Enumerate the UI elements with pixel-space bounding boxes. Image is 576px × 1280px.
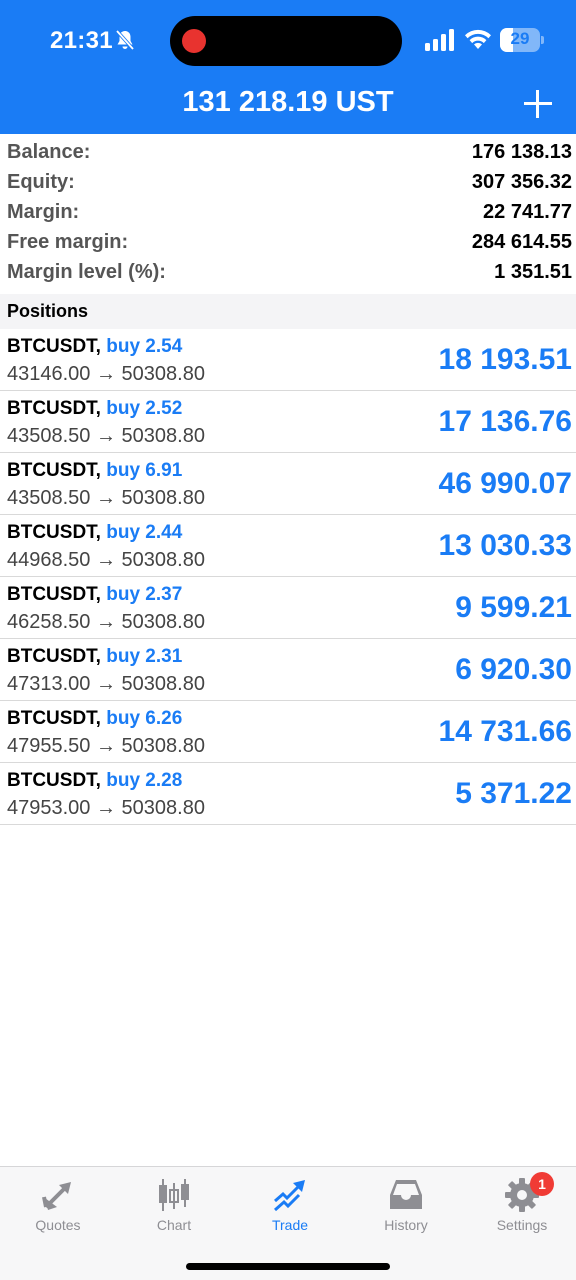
position-symbol: BTCUSDT, [7,460,101,481]
position-symbol: BTCUSDT, [7,646,101,667]
tab-label: History [384,1217,428,1233]
balance-label: Balance: [7,141,91,163]
position-prices: 47955.50 → 50308.80 [7,735,205,757]
tab-history[interactable]: History [348,1167,464,1247]
tab-trade[interactable]: Trade [232,1167,348,1247]
margin-label: Margin: [7,201,80,223]
add-order-button[interactable] [524,90,552,118]
position-type: buy 2.52 [106,398,183,419]
equity-value: 307 356.32 [471,171,572,193]
account-summary: Balance: 176 138.13 Equity: 307 356.32 M… [0,138,576,288]
tab-label: Settings [496,1217,548,1233]
positions-title: Positions [7,301,89,321]
candlestick-icon [159,1179,189,1211]
quotes-arrows-icon [42,1182,71,1210]
position-type: buy 2.37 [106,584,183,605]
page-title: 131 218.19 UST [182,86,394,118]
positions-section-header: Positions [0,294,576,329]
equity-label: Equity: [7,171,75,193]
bell-muted-icon [115,29,135,51]
battery-level: 29 [510,29,530,48]
position-row[interactable]: BTCUSDT, buy 6.91 43508.50 → 50308.80 46… [0,453,576,515]
margin-value: 22 741.77 [483,201,572,223]
home-indicator[interactable] [186,1263,390,1270]
app-header: 21:31 29 131 218.19 UST [0,0,576,134]
position-profit: 17 136.76 [438,405,572,438]
position-symbol: BTCUSDT, [7,336,101,357]
position-profit: 18 193.51 [438,343,572,376]
position-profit: 5 371.22 [455,777,572,810]
position-type: buy 2.44 [106,522,183,543]
positions-list: BTCUSDT, buy 2.54 43146.00 → 50308.80 18… [0,329,576,825]
free-margin-value: 284 614.55 [471,231,572,253]
trade-trend-icon [274,1180,305,1212]
position-profit: 13 030.33 [438,529,572,562]
position-profit: 9 599.21 [455,591,572,624]
position-type: buy 6.91 [106,460,183,481]
margin-row: Margin: 22 741.77 [0,198,576,228]
free-margin-row: Free margin: 284 614.55 [0,228,576,258]
position-symbol: BTCUSDT, [7,522,101,543]
position-type: buy 2.54 [106,336,183,357]
dynamic-island [170,16,402,66]
tab-label: Chart [156,1217,192,1233]
position-profit: 14 731.66 [438,715,572,748]
tab-quotes[interactable]: Quotes [0,1167,116,1247]
position-symbol: BTCUSDT, [7,770,101,791]
inbox-tray-icon [390,1180,422,1209]
position-prices: 47313.00 → 50308.80 [7,673,205,695]
position-prices: 43146.00 → 50308.80 [7,363,205,385]
position-prices: 43508.50 → 50308.80 [7,487,205,509]
position-type: buy 2.31 [106,646,183,667]
recording-indicator-icon [182,29,206,53]
tab-label: Quotes [35,1217,81,1233]
wifi-icon [465,29,491,49]
battery-icon: 29 [500,28,544,52]
tab-settings[interactable]: 1 Settings [464,1167,576,1247]
free-margin-label: Free margin: [7,231,129,253]
position-symbol: BTCUSDT, [7,398,101,419]
position-row[interactable]: BTCUSDT, buy 2.54 43146.00 → 50308.80 18… [0,329,576,391]
position-row[interactable]: BTCUSDT, buy 2.44 44968.50 → 50308.80 13… [0,515,576,577]
position-row[interactable]: BTCUSDT, buy 2.37 46258.50 → 50308.80 9 … [0,577,576,639]
margin-level-label: Margin level (%): [7,261,166,283]
position-row[interactable]: BTCUSDT, buy 2.52 43508.50 → 50308.80 17… [0,391,576,453]
position-profit: 6 920.30 [455,653,572,686]
equity-row: Equity: 307 356.32 [0,168,576,198]
cellular-signal-icon [425,29,454,51]
margin-level-value: 1 351.51 [494,261,572,283]
notification-badge: 1 [530,1172,554,1196]
position-type: buy 6.26 [106,708,183,729]
position-row[interactable]: BTCUSDT, buy 2.31 47313.00 → 50308.80 6 … [0,639,576,701]
balance-row: Balance: 176 138.13 [0,138,576,168]
position-prices: 44968.50 → 50308.80 [7,549,205,571]
position-symbol: BTCUSDT, [7,708,101,729]
position-symbol: BTCUSDT, [7,584,101,605]
tab-label: Trade [271,1217,309,1233]
margin-level-row: Margin level (%): 1 351.51 [0,258,576,288]
status-time: 21:31 [50,27,113,54]
tab-chart[interactable]: Chart [116,1167,232,1247]
position-profit: 46 990.07 [438,467,572,500]
position-prices: 43508.50 → 50308.80 [7,425,205,447]
position-row[interactable]: BTCUSDT, buy 6.26 47955.50 → 50308.80 14… [0,701,576,763]
position-prices: 47953.00 → 50308.80 [7,797,205,819]
position-type: buy 2.28 [106,770,183,791]
balance-value: 176 138.13 [471,141,572,163]
position-row[interactable]: BTCUSDT, buy 2.28 47953.00 → 50308.80 5 … [0,763,576,825]
position-prices: 46258.50 → 50308.80 [7,611,205,633]
